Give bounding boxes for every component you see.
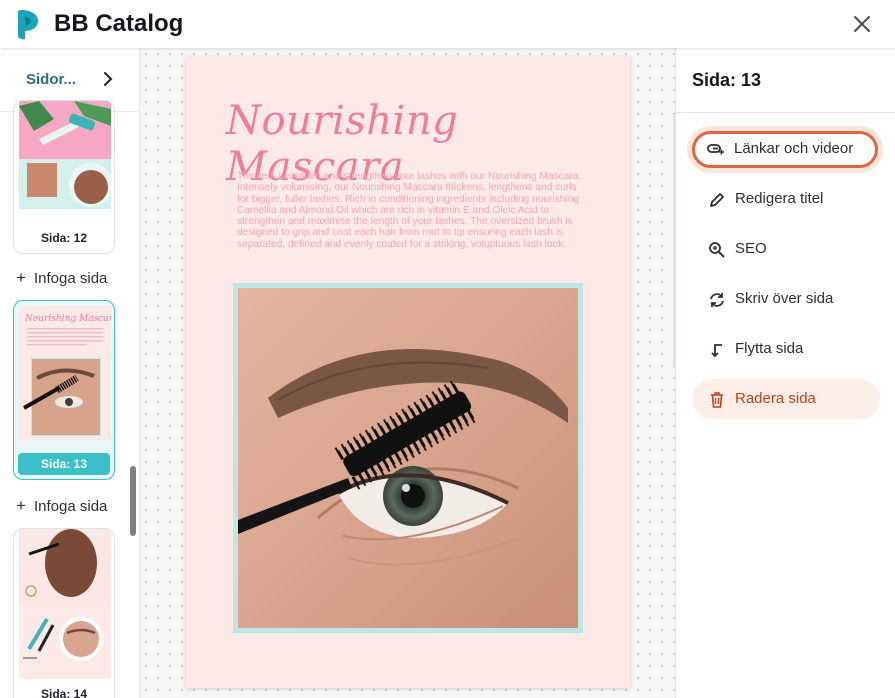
link-video-icon [707, 144, 724, 155]
pages-sidebar: Sidor... Sida: 12 + Infoga sida Nourishin… [0, 48, 140, 698]
svg-text:Nourishing Mascara: Nourishing Mascara [24, 314, 111, 324]
page-12-preview [19, 101, 111, 209]
page-12-label: Sida: 12 [40, 231, 88, 245]
mascara-eye-photo[interactable] [238, 288, 578, 628]
plus-icon: + [16, 268, 26, 287]
page-13-preview: Nourishing Mascara [19, 306, 111, 440]
search-zoom-icon [709, 242, 725, 258]
editor-canvas: Nourishing Mascara Thicken, Lengthen and… [140, 48, 675, 698]
title-bar: BB Catalog [0, 0, 895, 48]
divider [676, 112, 895, 113]
catalog-page[interactable]: Nourishing Mascara Thicken, Lengthen and… [186, 56, 675, 688]
links-videos-button[interactable]: Länkar och videor [687, 126, 883, 173]
page-body-text: Thicken, Lengthen and strengthen your la… [237, 171, 582, 250]
plus-icon: + [16, 496, 26, 515]
close-icon[interactable] [850, 12, 874, 36]
insert-page-label: Infoga sida [34, 270, 108, 287]
replace-page-button[interactable]: Skriv över sida [692, 279, 880, 319]
move-page-button[interactable]: Flytta sida [692, 329, 880, 369]
sidebar-scrollbar[interactable] [130, 466, 136, 536]
delete-page-label: Radera sida [735, 390, 816, 407]
edit-title-label: Redigera titel [735, 190, 824, 207]
delete-page-button[interactable]: Radera sida [692, 379, 880, 419]
replace-icon [710, 293, 724, 307]
insert-page-button[interactable]: + Infoga sida [16, 268, 107, 288]
links-videos-label: Länkar och videor [734, 140, 854, 157]
insert-page-label: Infoga sida [34, 498, 108, 515]
page-14-label: Sida: 14 [40, 687, 88, 698]
page-14-preview [19, 529, 111, 679]
insert-page-button[interactable]: + Infoga sida [16, 496, 107, 516]
page-thumbnail-13[interactable]: Nourishing Mascara Sida: 13 [13, 300, 115, 480]
sidor-label: Sidor... [26, 71, 77, 88]
page-thumbnail-14[interactable]: Sida: 14 [13, 528, 115, 698]
selected-page-title: Sida: 13 [692, 70, 762, 90]
seo-button[interactable]: SEO [692, 229, 880, 269]
replace-page-label: Skriv över sida [735, 290, 834, 307]
move-page-label: Flytta sida [735, 340, 804, 357]
move-icon [711, 344, 722, 358]
page-13-label: Sida: 13 [18, 453, 110, 475]
app-title: BB Catalog [54, 10, 184, 37]
pencil-icon [710, 193, 724, 207]
chevron-right-icon[interactable] [101, 71, 115, 87]
page-thumbnail-12[interactable]: Sida: 12 [13, 100, 115, 254]
logo-icon [18, 10, 38, 40]
page-actions-panel: Sida: 13 Länkar och videor Redigera tite… [675, 48, 895, 698]
trash-icon [711, 392, 723, 408]
edit-title-button[interactable]: Redigera titel [692, 179, 880, 219]
seo-label: SEO [735, 240, 767, 257]
